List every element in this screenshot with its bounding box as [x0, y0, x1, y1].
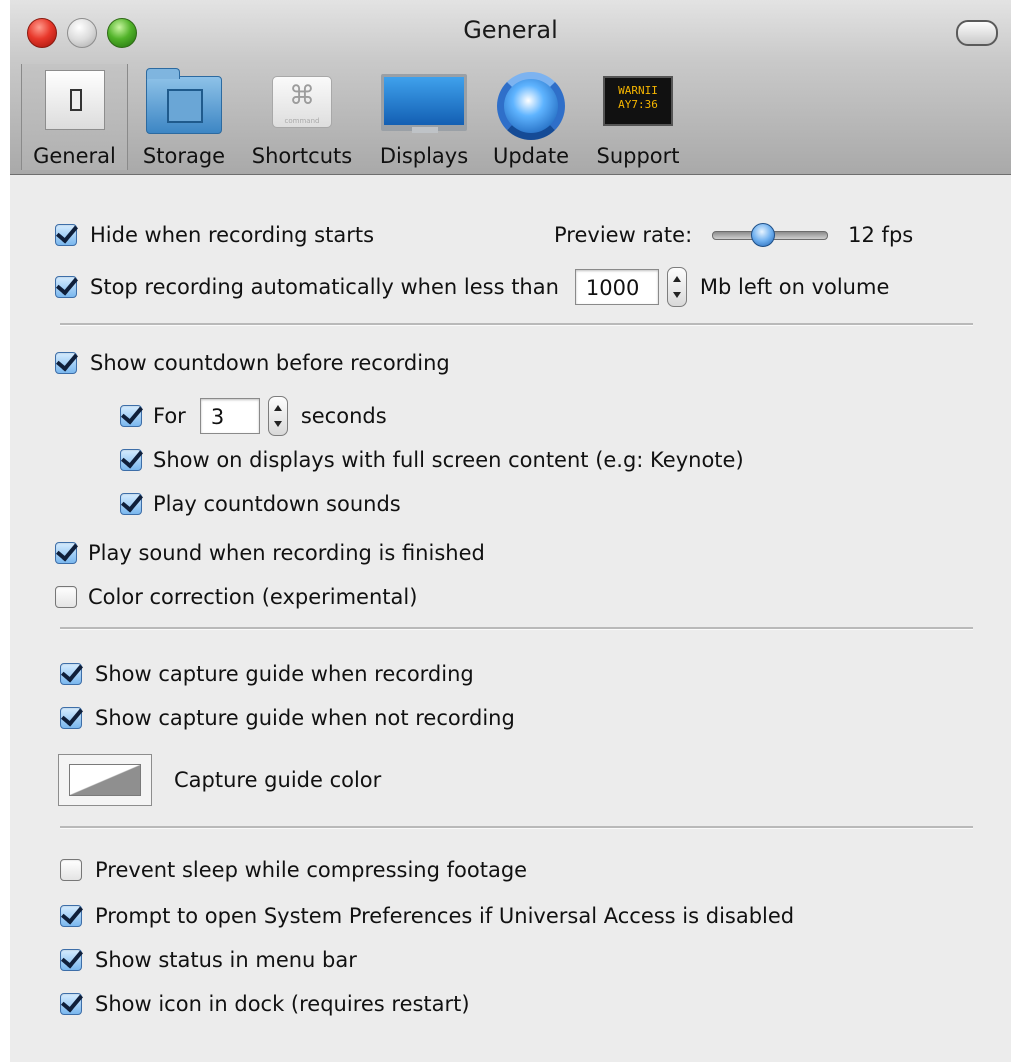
countdown-checkbox[interactable]: [55, 352, 77, 374]
general-pane: Hide when recording starts Preview rate:…: [10, 175, 1011, 1062]
hide-when-recording-checkbox[interactable]: [55, 224, 77, 246]
capture-guide-color-option: Capture guide color: [58, 753, 381, 807]
icon-in-dock-checkbox[interactable]: [60, 993, 82, 1015]
prevent-sleep-label: Prevent sleep while compressing footage: [95, 858, 528, 882]
tab-displays[interactable]: Displays: [374, 64, 474, 170]
show-on-fullscreen-label: Show on displays with full screen conten…: [153, 448, 744, 472]
globe-refresh-icon: [497, 72, 565, 140]
countdown-label: Show countdown before recording: [90, 351, 450, 375]
prevent-sleep-checkbox[interactable]: [60, 859, 82, 881]
show-on-fullscreen-option[interactable]: Show on displays with full screen conten…: [120, 448, 744, 472]
separator: [60, 323, 973, 326]
tab-general[interactable]: General: [21, 64, 128, 170]
play-countdown-sounds-option[interactable]: Play countdown sounds: [120, 492, 401, 516]
command-key-icon: ⌘ command: [272, 76, 332, 128]
countdown-option[interactable]: Show countdown before recording: [55, 351, 450, 375]
hide-when-recording-label: Hide when recording starts: [90, 223, 375, 247]
toolbar-toggle-button[interactable]: [956, 20, 998, 46]
capture-guide-recording-option[interactable]: Show capture guide when recording: [60, 662, 474, 686]
capture-guide-color-label: Capture guide color: [174, 768, 382, 792]
command-glyph: ⌘: [289, 81, 315, 111]
capture-guide-recording-checkbox[interactable]: [60, 663, 82, 685]
tab-storage-label: Storage: [142, 144, 226, 168]
tab-general-label: General: [33, 144, 116, 168]
countdown-for-option: For 3 seconds: [120, 396, 387, 436]
capture-guide-recording-label: Show capture guide when recording: [95, 662, 474, 686]
preferences-window: General General Storage ⌘ command Shortc…: [10, 0, 1011, 1062]
preview-rate-slider[interactable]: [712, 222, 829, 247]
status-menu-bar-option[interactable]: Show status in menu bar: [60, 948, 357, 972]
tab-update-label: Update: [492, 144, 570, 168]
color-correction-option[interactable]: Color correction (experimental): [55, 585, 417, 609]
color-correction-label: Color correction (experimental): [88, 585, 418, 609]
countdown-for-checkbox[interactable]: [120, 405, 142, 427]
tab-support-label: Support: [596, 144, 680, 168]
console-warning-icon: WARNII AY7:36: [603, 76, 673, 126]
status-menu-bar-label: Show status in menu bar: [95, 948, 357, 972]
status-menu-bar-checkbox[interactable]: [60, 949, 82, 971]
show-on-fullscreen-checkbox[interactable]: [120, 449, 142, 471]
window-toolbar: General General Storage ⌘ command Shortc…: [10, 0, 1011, 175]
play-sound-finished-option[interactable]: Play sound when recording is finished: [55, 541, 485, 565]
prevent-sleep-option[interactable]: Prevent sleep while compressing footage: [60, 858, 527, 882]
capture-guide-color-well[interactable]: [58, 754, 152, 806]
preview-rate-value: 12 fps: [848, 223, 914, 247]
preview-rate-control: Preview rate: 12 fps: [554, 222, 914, 247]
tab-storage[interactable]: Storage: [138, 64, 230, 170]
tab-support[interactable]: WARNII AY7:36 Support: [588, 64, 688, 170]
command-caption: command: [284, 117, 320, 125]
separator: [60, 627, 973, 630]
icon-in-dock-option[interactable]: Show icon in dock (requires restart): [60, 992, 470, 1016]
window-title: General: [463, 16, 558, 44]
capture-guide-not-recording-label: Show capture guide when not recording: [95, 706, 515, 730]
prompt-system-prefs-label: Prompt to open System Preferences if Uni…: [95, 904, 795, 928]
countdown-for-label: For: [153, 404, 186, 428]
tab-shortcuts-label: Shortcuts: [251, 144, 353, 168]
separator: [60, 826, 973, 829]
film-folder-icon: [146, 68, 222, 134]
countdown-seconds-field[interactable]: 3: [199, 398, 260, 434]
play-sound-finished-label: Play sound when recording is finished: [88, 541, 485, 565]
preview-rate-label: Preview rate:: [554, 223, 693, 247]
stop-recording-suffix: Mb left on volume: [699, 275, 890, 299]
stop-recording-label: Stop recording automatically when less t…: [90, 275, 559, 299]
hide-when-recording-option[interactable]: Hide when recording starts: [55, 223, 374, 247]
play-countdown-sounds-label: Play countdown sounds: [153, 492, 401, 516]
icon-in-dock-label: Show icon in dock (requires restart): [95, 992, 470, 1016]
tab-shortcuts[interactable]: ⌘ command Shortcuts: [242, 64, 362, 170]
capture-guide-not-recording-checkbox[interactable]: [60, 707, 82, 729]
countdown-for-suffix: seconds: [300, 404, 387, 428]
stop-recording-option: Stop recording automatically when less t…: [55, 267, 890, 307]
play-countdown-sounds-checkbox[interactable]: [120, 493, 142, 515]
tab-displays-label: Displays: [379, 144, 469, 168]
free-space-stepper[interactable]: [666, 267, 687, 307]
prompt-system-prefs-checkbox[interactable]: [60, 905, 82, 927]
preview-rate-slider-knob[interactable]: [751, 222, 776, 247]
color-swatch: [69, 764, 141, 796]
switch-icon: [44, 70, 105, 130]
color-correction-checkbox[interactable]: [55, 586, 77, 608]
capture-guide-not-recording-option[interactable]: Show capture guide when not recording: [60, 706, 515, 730]
play-sound-finished-checkbox[interactable]: [55, 542, 77, 564]
stop-recording-checkbox[interactable]: [55, 276, 77, 298]
free-space-mb-field[interactable]: 1000: [574, 269, 659, 305]
prompt-system-prefs-option[interactable]: Prompt to open System Preferences if Uni…: [60, 904, 794, 928]
monitor-icon: [381, 74, 467, 133]
countdown-seconds-stepper[interactable]: [267, 396, 288, 436]
tab-update[interactable]: Update: [486, 64, 576, 170]
